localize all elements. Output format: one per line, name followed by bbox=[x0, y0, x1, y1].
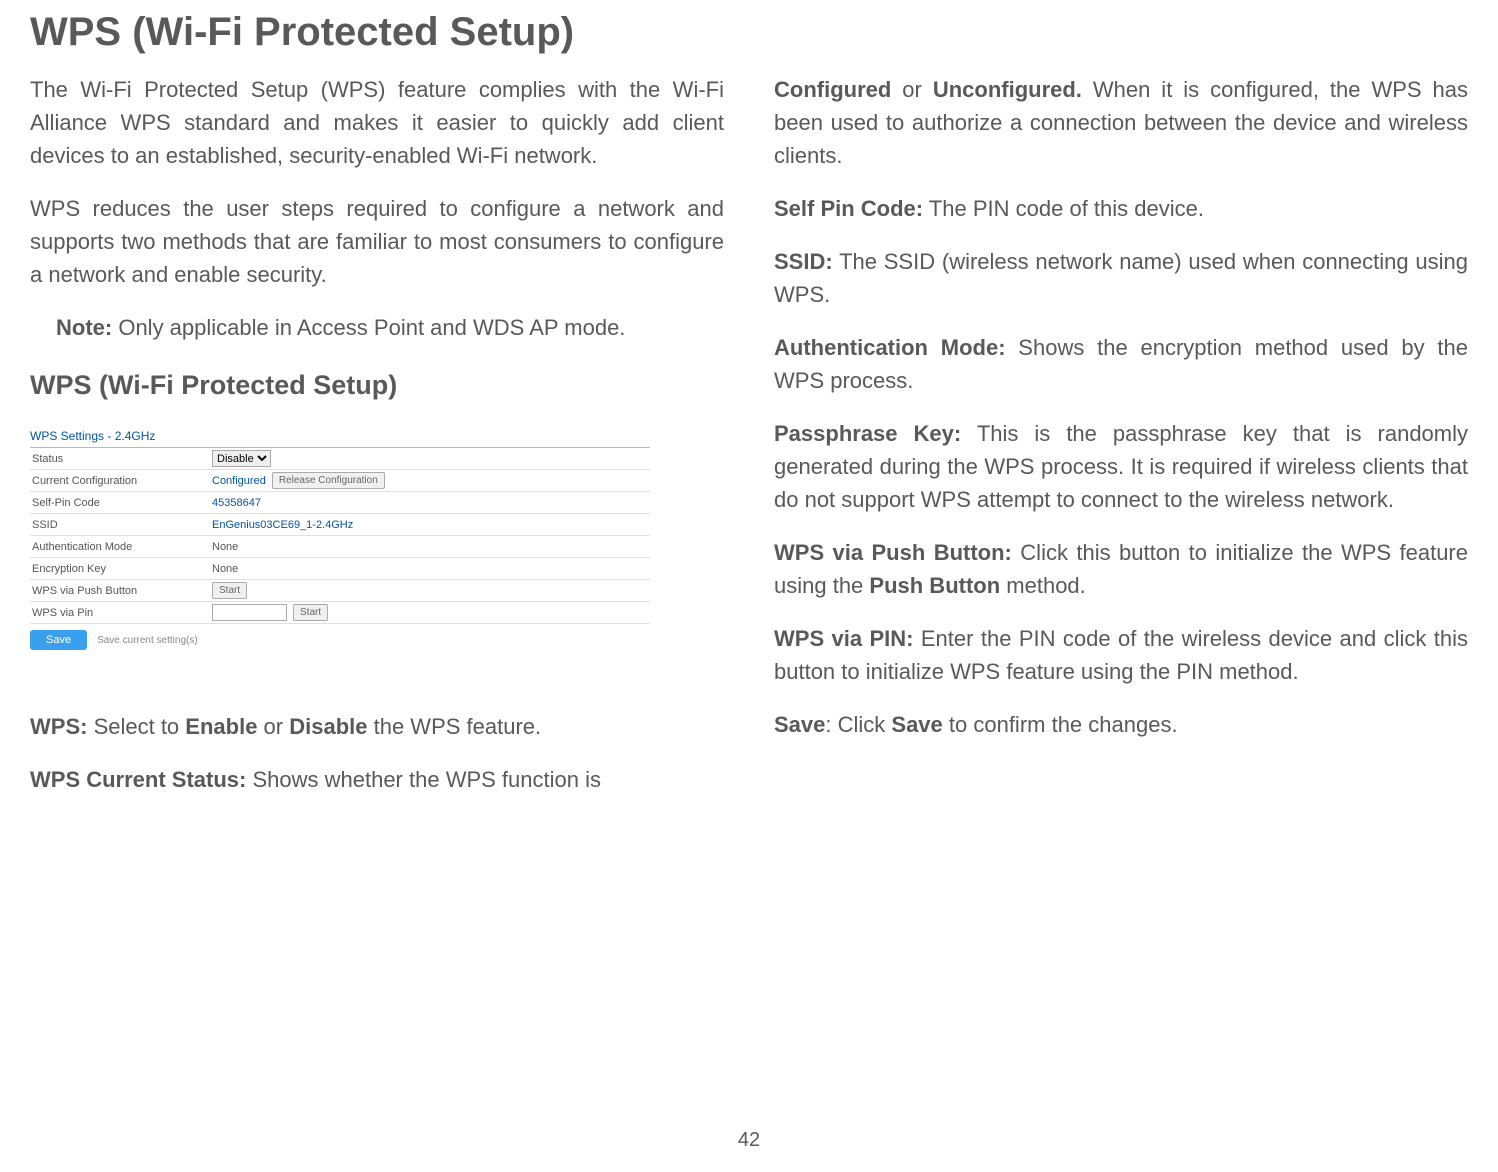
panel-header: WPS Settings - 2.4GHz bbox=[30, 429, 650, 448]
content-columns: The Wi-Fi Protected Setup (WPS) feature … bbox=[30, 73, 1468, 816]
label-enc: Encryption Key bbox=[32, 563, 212, 575]
row-current-config: Current Configuration Configured Release… bbox=[30, 470, 650, 492]
row-status: Status Disable bbox=[30, 448, 650, 470]
save-text2: to confirm the changes. bbox=[943, 712, 1178, 737]
am-label: Authentication Mode: bbox=[774, 335, 1006, 360]
wps-text: Select to bbox=[87, 714, 185, 739]
save-row: Save Save current setting(s) bbox=[30, 630, 650, 650]
value-enc: None bbox=[212, 563, 238, 575]
pb-pushbutton: Push Button bbox=[869, 573, 1000, 598]
label-auth: Authentication Mode bbox=[32, 541, 212, 553]
cfg-configured: Configured bbox=[774, 77, 891, 102]
cfg-unconfigured: Unconfigured. bbox=[933, 77, 1082, 102]
spc-label: Self Pin Code: bbox=[774, 196, 923, 221]
label-ssid: SSID bbox=[32, 519, 212, 531]
save-hint: Save current setting(s) bbox=[97, 635, 198, 646]
passphrase-definition: Passphrase Key: This is the passphrase k… bbox=[774, 417, 1468, 516]
value-auth: None bbox=[212, 541, 238, 553]
row-auth: Authentication Mode None bbox=[30, 536, 650, 558]
intro-paragraph-1: The Wi-Fi Protected Setup (WPS) feature … bbox=[30, 73, 724, 172]
row-ssid: SSID EnGenius03CE69_1-2.4GHz bbox=[30, 514, 650, 536]
pk-label: Passphrase Key: bbox=[774, 421, 961, 446]
save-definition: Save: Click Save to confirm the changes. bbox=[774, 708, 1468, 741]
row-self-pin: Self-Pin Code 45358647 bbox=[30, 492, 650, 514]
label-push: WPS via Push Button bbox=[32, 585, 212, 597]
value-ssid: EnGenius03CE69_1-2.4GHz bbox=[212, 519, 353, 531]
cs-text: Shows whether the WPS function is bbox=[246, 767, 601, 792]
page-title: WPS (Wi-Fi Protected Setup) bbox=[30, 10, 1468, 55]
pin-definition: WPS via PIN: Enter the PIN code of the w… bbox=[774, 622, 1468, 688]
cfg-or: or bbox=[891, 77, 932, 102]
save-text1: : Click bbox=[825, 712, 891, 737]
push-start-button[interactable]: Start bbox=[212, 582, 247, 599]
wps-definition: WPS: Select to Enable or Disable the WPS… bbox=[30, 710, 724, 743]
ssid-label: SSID: bbox=[774, 249, 833, 274]
save-bold: Save bbox=[891, 712, 942, 737]
pb-end: method. bbox=[1000, 573, 1086, 598]
self-pin-definition: Self Pin Code: The PIN code of this devi… bbox=[774, 192, 1468, 225]
left-column: The Wi-Fi Protected Setup (WPS) feature … bbox=[30, 73, 724, 816]
configured-paragraph: Configured or Unconfigured. When it is c… bbox=[774, 73, 1468, 172]
value-current-config: Configured bbox=[212, 475, 266, 487]
label-current-config: Current Configuration bbox=[32, 475, 212, 487]
note-paragraph: Note: Only applicable in Access Point an… bbox=[30, 311, 724, 344]
value-self-pin: 45358647 bbox=[212, 497, 261, 509]
note-label: Note: bbox=[56, 315, 112, 340]
row-pin: WPS via Pin Start bbox=[30, 602, 650, 624]
wps-enable: Enable bbox=[185, 714, 257, 739]
pb-label: WPS via Push Button: bbox=[774, 540, 1012, 565]
wps-disable: Disable bbox=[289, 714, 367, 739]
subsection-title: WPS (Wi-Fi Protected Setup) bbox=[30, 370, 724, 401]
label-status: Status bbox=[32, 453, 212, 465]
save-label: Save bbox=[774, 712, 825, 737]
intro-paragraph-2: WPS reduces the user steps required to c… bbox=[30, 192, 724, 291]
current-status-definition: WPS Current Status: Shows whether the WP… bbox=[30, 763, 724, 796]
wps-or: or bbox=[257, 714, 289, 739]
row-push-button: WPS via Push Button Start bbox=[30, 580, 650, 602]
auth-definition: Authentication Mode: Shows the encryptio… bbox=[774, 331, 1468, 397]
row-enc: Encryption Key None bbox=[30, 558, 650, 580]
wps-settings-panel: WPS Settings - 2.4GHz Status Disable Cur… bbox=[30, 429, 650, 650]
right-column: Configured or Unconfigured. When it is c… bbox=[774, 73, 1468, 816]
label-pin: WPS via Pin bbox=[32, 607, 212, 619]
spc-text: The PIN code of this device. bbox=[923, 196, 1204, 221]
cs-label: WPS Current Status: bbox=[30, 767, 246, 792]
status-select[interactable]: Disable bbox=[212, 450, 271, 467]
ssid-definition: SSID: The SSID (wireless network name) u… bbox=[774, 245, 1468, 311]
ssid-text: The SSID (wireless network name) used wh… bbox=[774, 249, 1468, 307]
save-button[interactable]: Save bbox=[30, 630, 87, 650]
label-self-pin: Self-Pin Code bbox=[32, 497, 212, 509]
release-config-button[interactable]: Release Configuration bbox=[272, 472, 385, 489]
pin-input[interactable] bbox=[212, 604, 287, 621]
wps-label: WPS: bbox=[30, 714, 87, 739]
page-number: 42 bbox=[738, 1129, 760, 1152]
pin-start-button[interactable]: Start bbox=[293, 604, 328, 621]
pin-label: WPS via PIN: bbox=[774, 626, 913, 651]
note-text: Only applicable in Access Point and WDS … bbox=[112, 315, 625, 340]
push-button-definition: WPS via Push Button: Click this button t… bbox=[774, 536, 1468, 602]
wps-end: the WPS feature. bbox=[368, 714, 542, 739]
